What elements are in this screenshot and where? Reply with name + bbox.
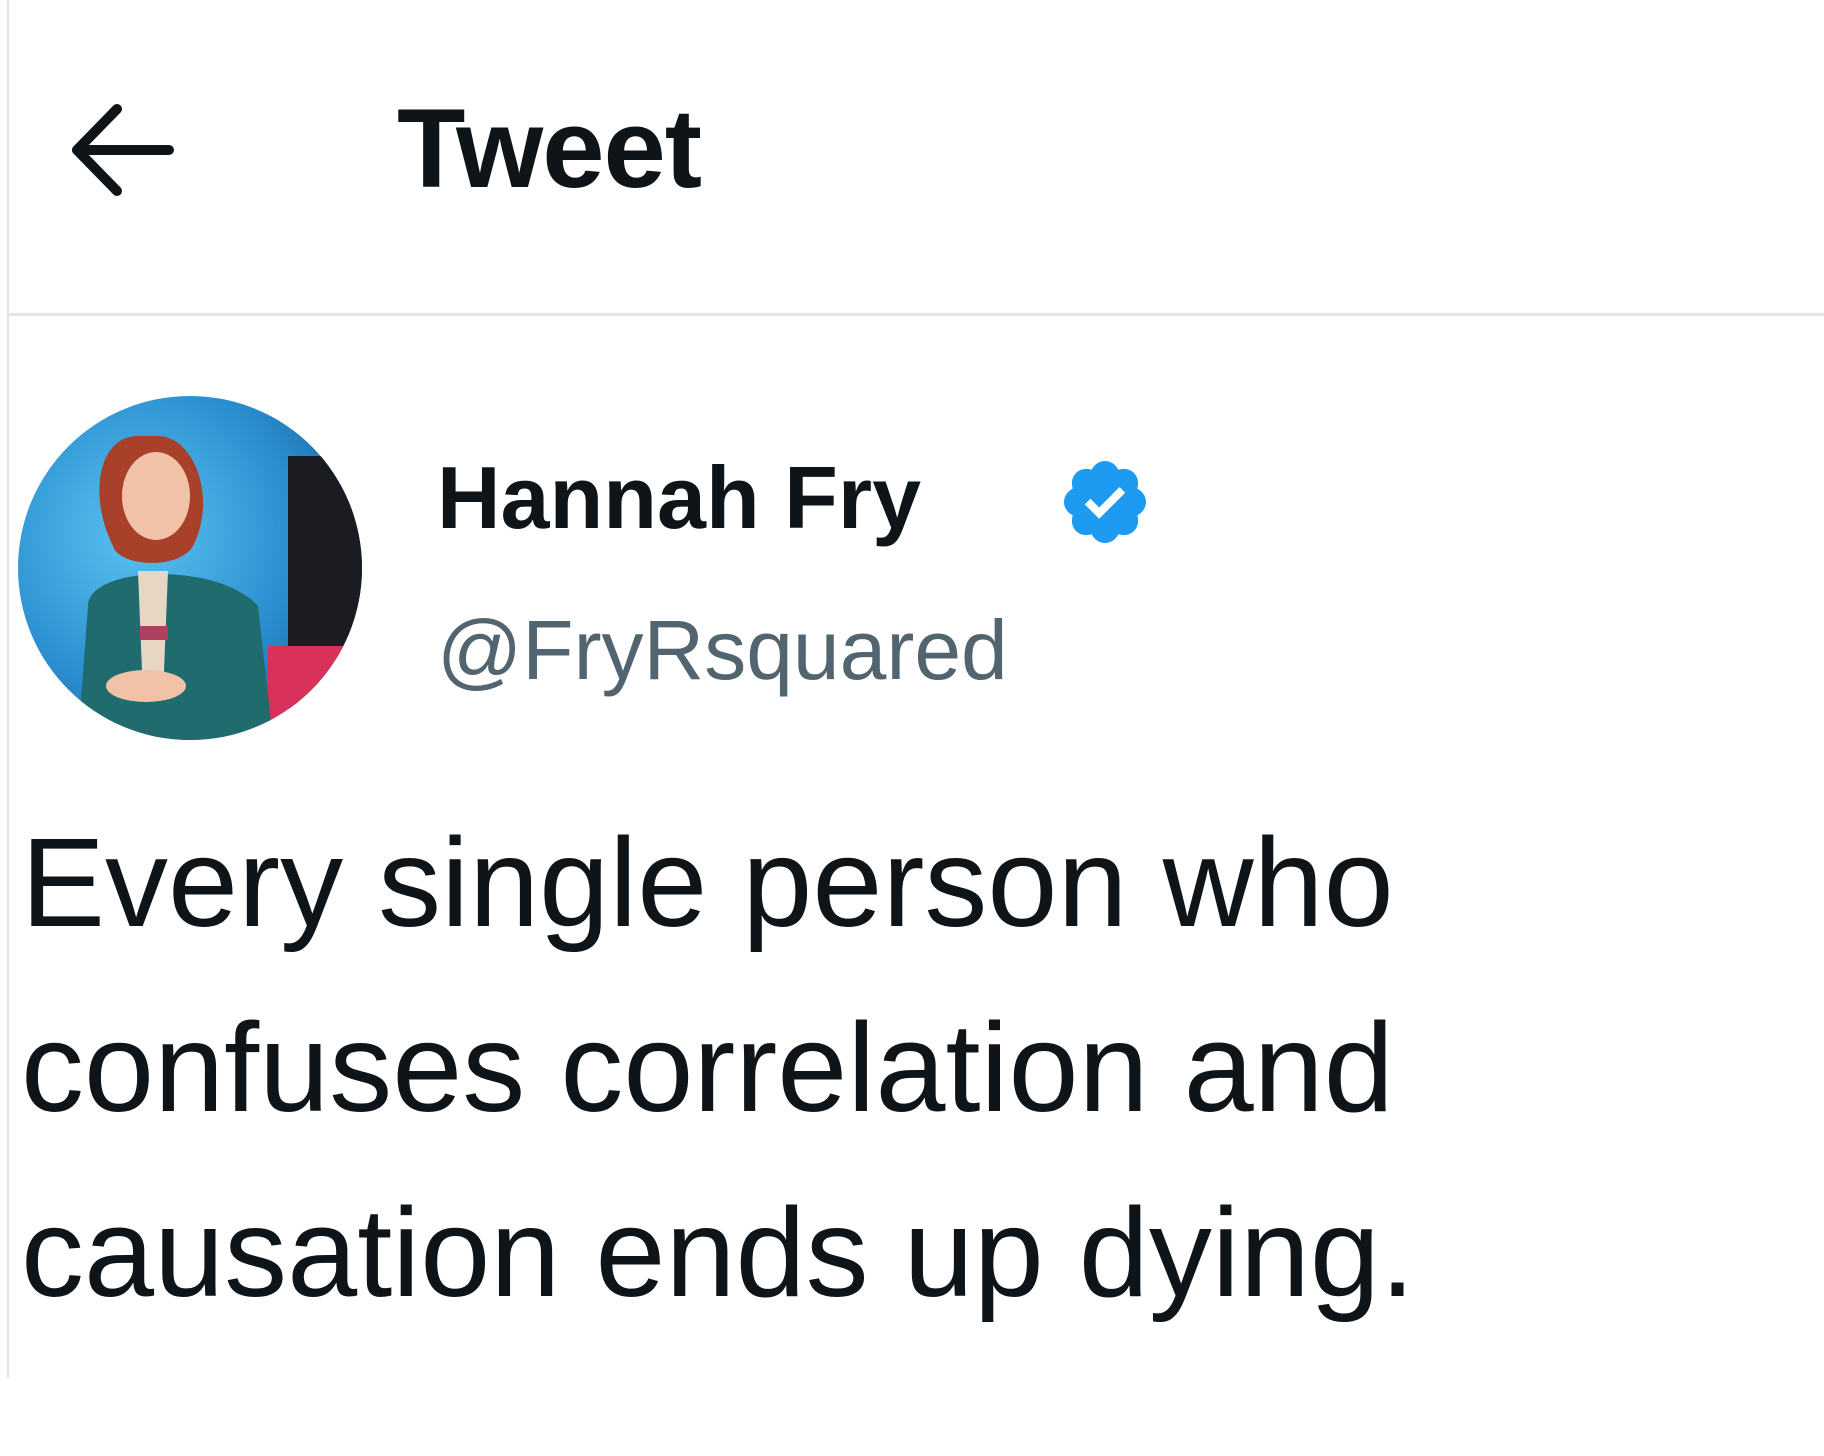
back-button[interactable] bbox=[59, 85, 189, 215]
arrow-left-icon bbox=[59, 85, 189, 215]
tweet-text: Every single person who confuses correla… bbox=[21, 790, 1811, 1345]
page-header: Tweet bbox=[9, 0, 1824, 316]
tweet-text-line: causation ends up dying. bbox=[21, 1182, 1415, 1323]
author-handle[interactable]: @FryRsquared bbox=[437, 600, 1008, 700]
author-name[interactable]: Hannah Fry bbox=[437, 448, 921, 548]
page-title: Tweet bbox=[397, 86, 702, 211]
tweet-page: Tweet Hannah Fry @FryRsquared Every sing… bbox=[7, 0, 1824, 1378]
tweet-text-line: confuses correlation and bbox=[21, 997, 1394, 1138]
avatar[interactable] bbox=[18, 396, 362, 740]
tweet-text-line: Every single person who bbox=[21, 812, 1394, 953]
verified-badge-icon bbox=[1057, 454, 1153, 550]
